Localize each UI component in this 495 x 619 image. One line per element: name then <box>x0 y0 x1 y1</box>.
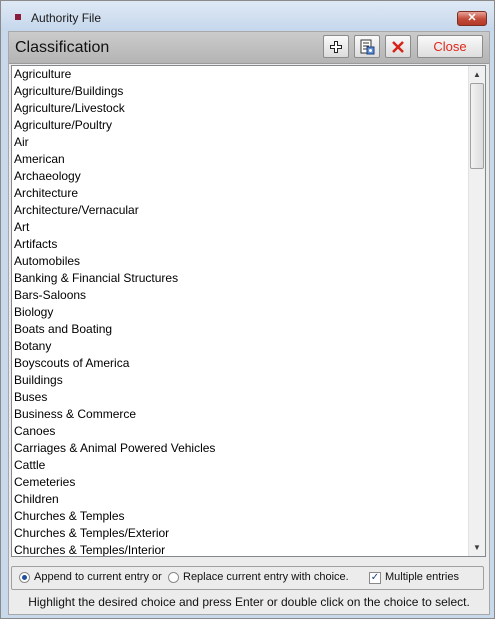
authority-file-window: Authority File ✕ Classification Close Ag… <box>0 0 495 619</box>
delete-icon <box>392 41 404 53</box>
window-close-button[interactable]: ✕ <box>457 11 487 26</box>
app-icon <box>15 14 21 20</box>
list-item[interactable]: Air <box>12 134 469 151</box>
window-title: Authority File <box>31 11 102 25</box>
edit-record-icon <box>360 39 375 55</box>
list-item[interactable]: Agriculture/Livestock <box>12 100 469 117</box>
vertical-scrollbar[interactable]: ▲ ▼ <box>468 66 485 556</box>
list-item[interactable]: Buildings <box>12 372 469 389</box>
classification-list[interactable]: Agriculture Agriculture/Buildings Agricult… <box>11 65 486 557</box>
edit-record-button[interactable] <box>354 35 380 58</box>
list-item[interactable]: Churches & Temples/Exterior <box>12 525 469 542</box>
list-item[interactable]: Canoes <box>12 423 469 440</box>
add-icon <box>330 41 342 53</box>
scrollbar-thumb[interactable] <box>470 83 484 169</box>
list-item[interactable]: Botany <box>12 338 469 355</box>
append-radio[interactable] <box>19 572 30 583</box>
instruction-text: Highlight the desired choice and press E… <box>28 595 470 609</box>
list-item[interactable]: Automobiles <box>12 253 469 270</box>
list-item[interactable]: Cemeteries <box>12 474 469 491</box>
close-button[interactable]: Close <box>417 35 483 58</box>
multiple-entries-label[interactable]: Multiple entries <box>385 571 459 583</box>
list-item[interactable]: Banking & Financial Structures <box>12 270 469 287</box>
list-item[interactable]: American <box>12 151 469 168</box>
list-item[interactable]: Artifacts <box>12 236 469 253</box>
list-item[interactable]: Agriculture <box>12 66 469 83</box>
list-item[interactable]: Agriculture/Poultry <box>12 117 469 134</box>
list-item[interactable]: Agriculture/Buildings <box>12 83 469 100</box>
scroll-up-arrow-icon[interactable]: ▲ <box>469 66 485 83</box>
title-bar[interactable]: Authority File ✕ <box>1 1 494 31</box>
list-item[interactable]: Boats and Boating <box>12 321 469 338</box>
entry-options: Append to current entry or Replace curre… <box>11 566 484 590</box>
list-item[interactable]: Biology <box>12 304 469 321</box>
list-item[interactable]: Boyscouts of America <box>12 355 469 372</box>
replace-label[interactable]: Replace current entry with choice. <box>183 571 349 583</box>
multiple-entries-checkbox[interactable]: ✓ <box>369 572 381 584</box>
classification-panel: Classification Close Agriculture Agricul… <box>8 31 490 615</box>
list-item[interactable]: Art <box>12 219 469 236</box>
delete-button[interactable] <box>385 35 411 58</box>
list-item[interactable]: Churches & Temples/Interior <box>12 542 469 556</box>
append-label[interactable]: Append to current entry or <box>34 571 162 583</box>
list-item[interactable]: Architecture/Vernacular <box>12 202 469 219</box>
list-item[interactable]: Children <box>12 491 469 508</box>
list-item[interactable]: Archaeology <box>12 168 469 185</box>
list-item[interactable]: Cattle <box>12 457 469 474</box>
panel-title: Classification <box>15 39 110 56</box>
list-item[interactable]: Carriages & Animal Powered Vehicles <box>12 440 469 457</box>
list-item[interactable]: Bars-Saloons <box>12 287 469 304</box>
list-item[interactable]: Churches & Temples <box>12 508 469 525</box>
list-item[interactable]: Business & Commerce <box>12 406 469 423</box>
add-button[interactable] <box>323 35 349 58</box>
panel-header: Classification Close <box>9 32 489 64</box>
list-items: Agriculture Agriculture/Buildings Agricult… <box>12 66 469 556</box>
list-item[interactable]: Architecture <box>12 185 469 202</box>
replace-radio[interactable] <box>168 572 179 583</box>
scroll-down-arrow-icon[interactable]: ▼ <box>469 539 485 556</box>
list-item[interactable]: Buses <box>12 389 469 406</box>
